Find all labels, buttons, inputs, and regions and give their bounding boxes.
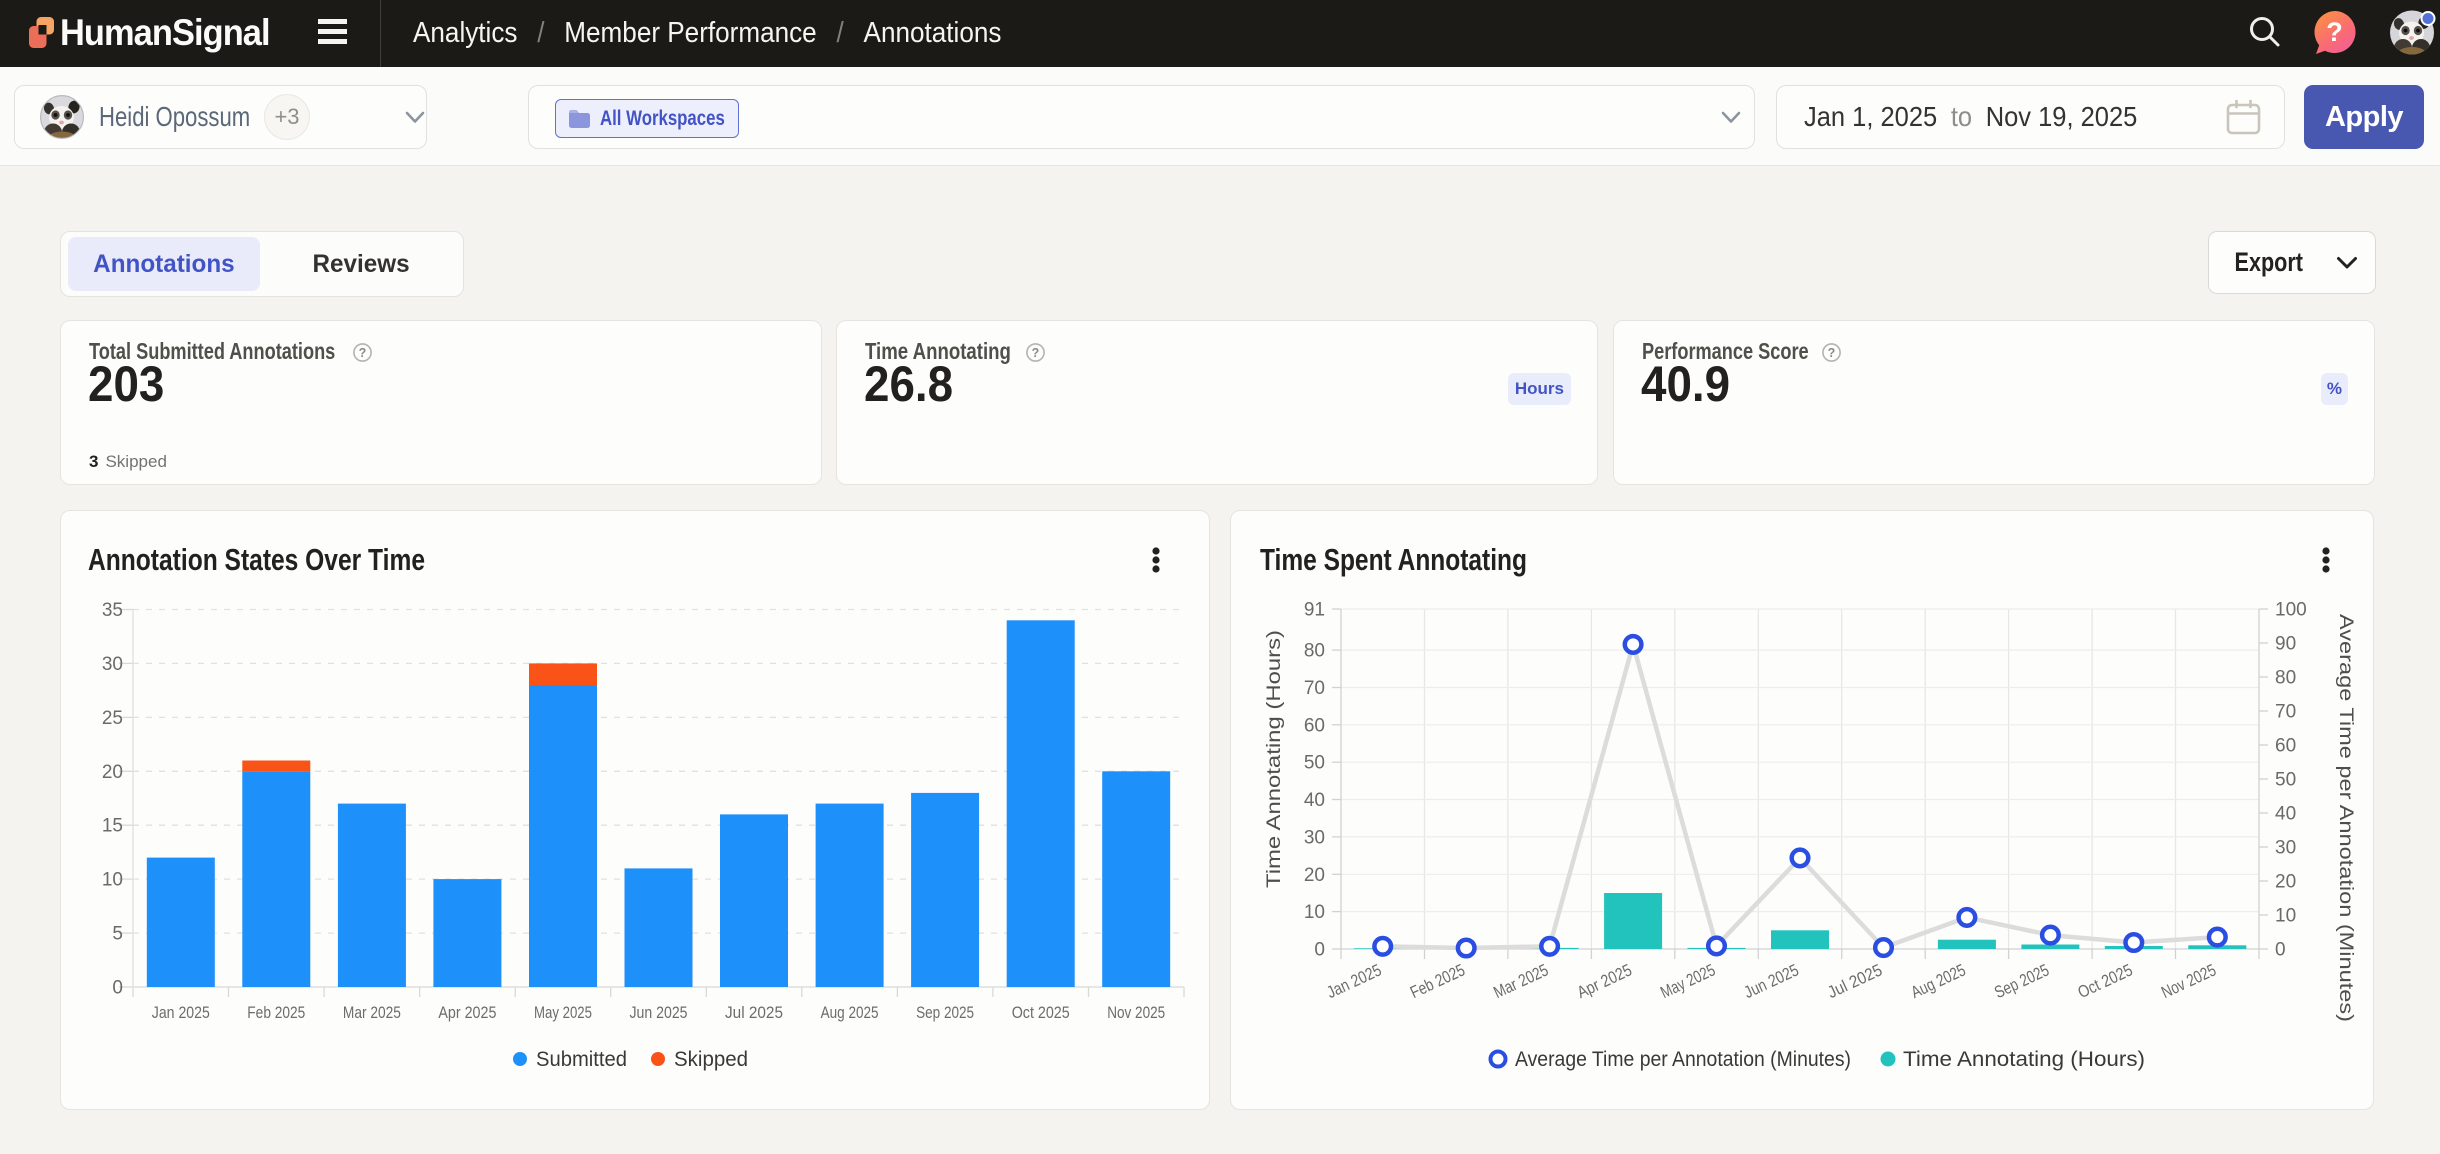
- svg-text:70: 70: [1304, 678, 1325, 699]
- svg-text:5: 5: [112, 924, 123, 945]
- svg-text:?: ?: [1032, 346, 1040, 360]
- svg-text:90: 90: [2275, 634, 2296, 655]
- svg-text:Mar 2025: Mar 2025: [1491, 960, 1552, 1002]
- svg-text:May 2025: May 2025: [534, 1003, 592, 1022]
- svg-text:Nov 2025: Nov 2025: [2158, 960, 2219, 1002]
- svg-text:Jun 2025: Jun 2025: [1741, 960, 1802, 1002]
- svg-text:0: 0: [112, 978, 123, 999]
- svg-text:Jan 2025: Jan 2025: [152, 1003, 210, 1022]
- svg-text:Oct 2025: Oct 2025: [2075, 960, 2136, 1002]
- svg-text:Average Time per Annotation (M: Average Time per Annotation (Minutes): [1515, 1048, 1851, 1071]
- svg-text:25: 25: [102, 708, 123, 729]
- svg-text:Average Time per Annotation (M: Average Time per Annotation (Minutes): [2335, 614, 2356, 1022]
- svg-text:100: 100: [2275, 600, 2307, 621]
- svg-text:10: 10: [2275, 906, 2296, 927]
- svg-text:0: 0: [2275, 940, 2286, 961]
- svg-text:May 2025: May 2025: [1658, 960, 1719, 1002]
- svg-text:Aug 2025: Aug 2025: [1908, 960, 1969, 1002]
- svg-text:Time Annotating (Hours): Time Annotating (Hours): [1264, 630, 1285, 888]
- svg-text:Apr 2025: Apr 2025: [1574, 960, 1635, 1002]
- svg-text:Sep 2025: Sep 2025: [1991, 960, 2052, 1002]
- svg-text:Aug 2025: Aug 2025: [821, 1003, 879, 1022]
- svg-text:70: 70: [2275, 702, 2296, 723]
- svg-text:15: 15: [102, 816, 123, 837]
- svg-text:Oct 2025: Oct 2025: [1012, 1003, 1070, 1022]
- svg-text:20: 20: [1304, 865, 1325, 886]
- svg-text:35: 35: [102, 600, 123, 621]
- svg-text:91: 91: [1304, 600, 1325, 621]
- svg-text:10: 10: [102, 870, 123, 891]
- svg-text:80: 80: [2275, 668, 2296, 689]
- svg-text:60: 60: [1304, 715, 1325, 736]
- svg-text:Feb 2025: Feb 2025: [1407, 960, 1468, 1002]
- svg-text:Jul 2025: Jul 2025: [1825, 960, 1886, 1002]
- svg-text:Jun 2025: Jun 2025: [630, 1003, 688, 1022]
- svg-text:Sep 2025: Sep 2025: [916, 1003, 974, 1022]
- svg-text:Annotation States Over Time: Annotation States Over Time: [88, 542, 425, 577]
- svg-text:40: 40: [1304, 790, 1325, 811]
- svg-text:Apr 2025: Apr 2025: [438, 1003, 496, 1022]
- svg-text:?: ?: [1828, 346, 1836, 360]
- svg-text:10: 10: [1304, 902, 1325, 923]
- svg-text:Submitted: Submitted: [536, 1048, 627, 1071]
- svg-text:30: 30: [1304, 827, 1325, 848]
- svg-text:50: 50: [1304, 753, 1325, 774]
- svg-text:Time Annotating (Hours): Time Annotating (Hours): [1903, 1048, 2145, 1071]
- svg-text:Jan 2025: Jan 2025: [1324, 960, 1385, 1002]
- svg-text:30: 30: [2275, 838, 2296, 859]
- svg-text:?: ?: [359, 346, 367, 360]
- svg-text:Jul 2025: Jul 2025: [725, 1003, 783, 1022]
- svg-text:60: 60: [2275, 736, 2296, 757]
- svg-text:Time Spent Annotating: Time Spent Annotating: [1260, 542, 1527, 577]
- svg-text:20: 20: [102, 762, 123, 783]
- svg-text:40: 40: [2275, 804, 2296, 825]
- svg-text:80: 80: [1304, 641, 1325, 662]
- svg-text:20: 20: [2275, 872, 2296, 893]
- svg-text:0: 0: [1314, 940, 1325, 961]
- svg-text:Feb 2025: Feb 2025: [247, 1003, 305, 1022]
- svg-text:30: 30: [102, 654, 123, 675]
- svg-text:Skipped: Skipped: [674, 1048, 748, 1071]
- svg-text:?: ?: [2326, 17, 2343, 47]
- svg-text:50: 50: [2275, 770, 2296, 791]
- svg-text:Nov 2025: Nov 2025: [1107, 1003, 1165, 1022]
- svg-text:Mar 2025: Mar 2025: [343, 1003, 401, 1022]
